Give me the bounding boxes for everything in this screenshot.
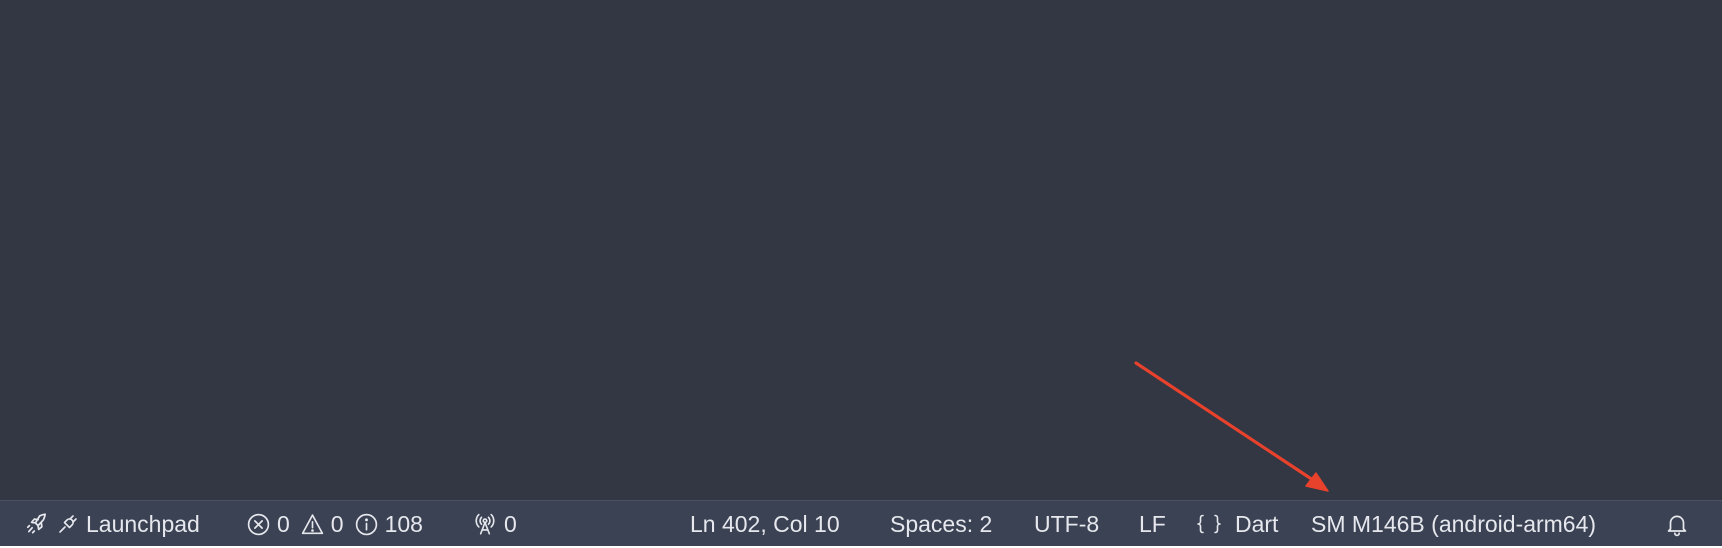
device-label: SM M146B (android-arm64) (1311, 510, 1597, 537)
launchpad-label: Launchpad (86, 510, 200, 537)
info-circle-icon (354, 512, 379, 537)
notifications-status-item[interactable] (1664, 501, 1690, 547)
bell-icon (1664, 511, 1690, 537)
language-mode-label: Dart (1235, 510, 1279, 537)
broadcast-antenna-icon (472, 511, 498, 537)
encoding-status-item[interactable]: UTF-8 (1034, 501, 1099, 547)
error-circle-icon (246, 512, 271, 537)
cursor-position-label: Ln 402, Col 10 (690, 510, 840, 537)
braces-icon (1195, 511, 1223, 537)
line-ending-label: LF (1139, 510, 1166, 537)
warning-count: 0 (330, 510, 344, 537)
error-count: 0 (277, 510, 290, 537)
language-mode-status-item[interactable]: Dart (1195, 501, 1278, 547)
warning-triangle-icon (300, 512, 325, 537)
ports-status-item[interactable]: 0 (472, 501, 517, 547)
rocket-icon (24, 511, 50, 537)
editor-area (0, 0, 1722, 500)
indentation-status-item[interactable]: Spaces: 2 (890, 501, 992, 547)
problems-status-item[interactable]: 0 0 108 (246, 501, 423, 547)
plug-icon (56, 511, 80, 537)
flutter-device-status-item[interactable]: SM M146B (android-arm64) (1311, 501, 1596, 547)
line-ending-status-item[interactable]: LF (1139, 501, 1166, 547)
info-count: 108 (384, 510, 423, 537)
launchpad-status-item[interactable]: Launchpad (24, 501, 200, 547)
cursor-position-status-item[interactable]: Ln 402, Col 10 (690, 501, 840, 547)
status-bar: Launchpad 0 0 108 0 Ln 402, Col 10 Space… (0, 500, 1722, 546)
indentation-label: Spaces: 2 (890, 510, 993, 537)
ports-count: 0 (504, 510, 517, 537)
encoding-label: UTF-8 (1034, 510, 1100, 537)
